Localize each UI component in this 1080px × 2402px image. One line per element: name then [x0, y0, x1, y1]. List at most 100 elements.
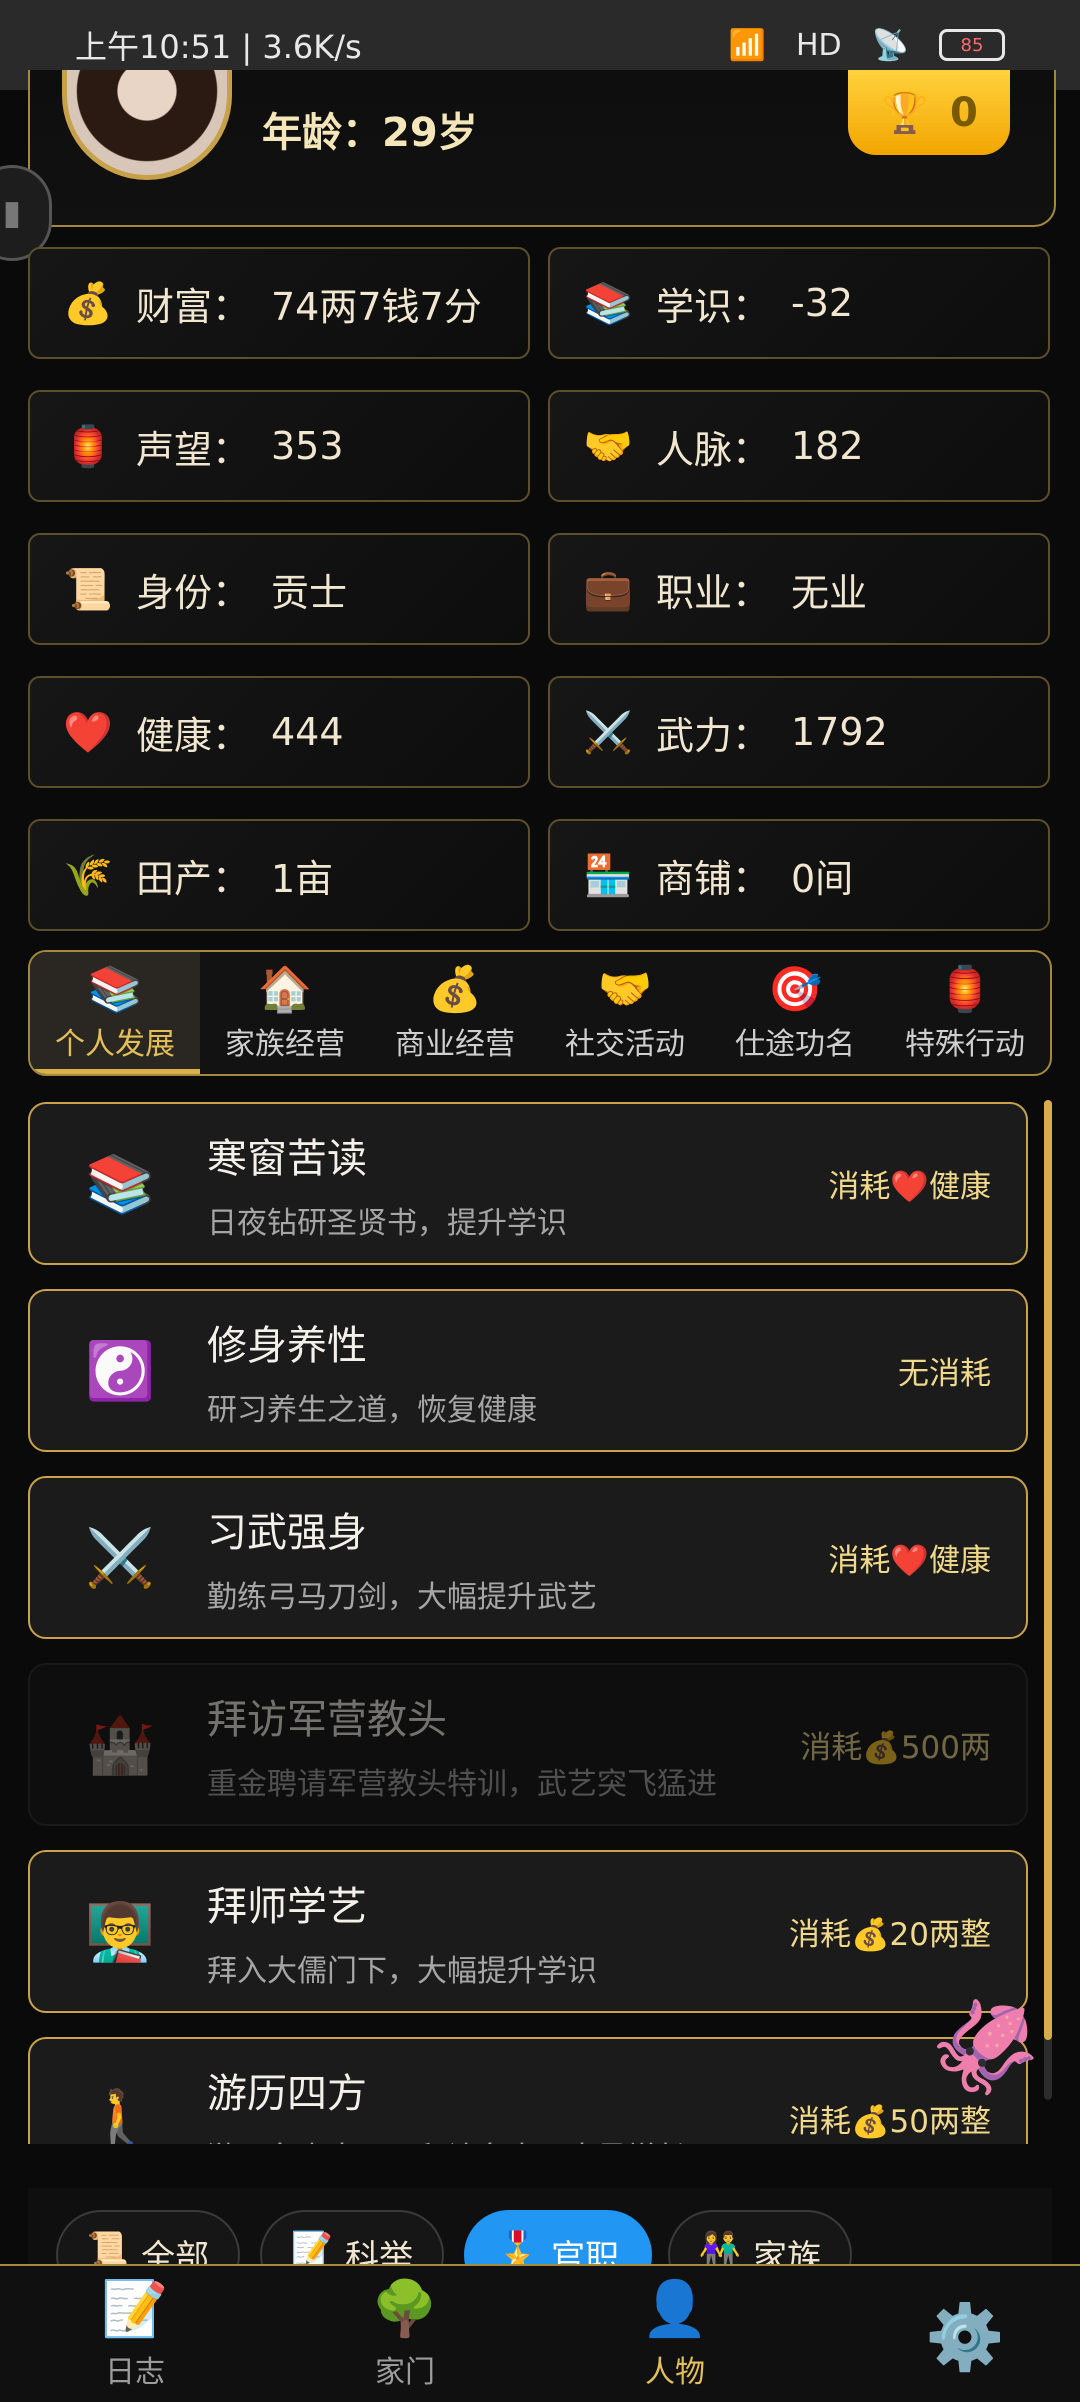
action-card[interactable]: 🚶游历四方游历名山大川，拜访名人，大量增长消耗💰50两整 [28, 2037, 1028, 2144]
stat-label: 身份： [136, 570, 251, 615]
stat-icon: 📜 [63, 566, 113, 613]
nav-label: 家门 [375, 2355, 435, 2390]
stat-icon: ⚔️ [583, 709, 633, 756]
scrollbar-thumb[interactable] [1044, 1100, 1052, 2040]
stat-label: 田产： [136, 856, 251, 901]
filter-icon: 👫 [698, 2230, 742, 2266]
stat-card: ❤️ 健康： 444 [28, 676, 530, 788]
filter-icon: 📜 [86, 2230, 130, 2266]
filter-chip[interactable]: 👫 家族 [668, 2210, 852, 2266]
mascot-float-button[interactable]: 🦑 [925, 1995, 1045, 2115]
stat-value: 182 [791, 424, 864, 468]
tab-4[interactable]: 🎯 仕途功名 [710, 952, 880, 1074]
status-time: 上午10:51 | 3.6K/s [75, 28, 362, 66]
filter-chips: 📜 全部 📝 科举 🎖️ 官职 👫 家族 [28, 2188, 1052, 2266]
tab-icon: 🏮 [937, 964, 993, 1015]
nav-icon: 🌳 [371, 2277, 439, 2340]
stat-icon: 💰 [63, 280, 113, 327]
nav-0[interactable]: 📝 日志 [0, 2266, 270, 2402]
trophy-badge[interactable]: 🏆 0 [848, 70, 1010, 155]
stat-card: 📜 身份： 贡士 [28, 533, 530, 645]
action-title: 拜师学艺 [207, 1883, 367, 1930]
stat-label: 声望： [136, 427, 251, 472]
action-texts: 习武强身 勤练弓马刀剑，大幅提升武艺 [207, 1500, 828, 1616]
action-card[interactable]: 📚 寒窗苦读 日夜钻研圣贤书，提升学识 消耗❤️健康 [28, 1102, 1028, 1265]
stat-label: 学识： [656, 284, 771, 329]
stat-card: 💼 职业： 无业 [548, 533, 1050, 645]
action-card[interactable]: 👨‍🏫 拜师学艺 拜入大儒门下，大幅提升学识 消耗💰20两整 [28, 1850, 1028, 2013]
action-texts: 游历四方游历名山大川，拜访名人，大量增长 [207, 2061, 789, 2145]
action-desc: 重金聘请军营教头特训，武艺突飞猛进 [207, 1766, 717, 1802]
action-icon: 📚 [85, 1151, 155, 1217]
action-texts: 拜师学艺拜入大儒门下，大幅提升学识 [207, 1874, 789, 1990]
action-desc: 日夜钻研圣贤书，提升学识 [207, 1205, 567, 1241]
nav-1[interactable]: 🌳 家门 [270, 2266, 540, 2402]
filter-label: 全部 [141, 2238, 210, 2266]
action-desc: 勤练弓马刀剑，大幅提升武艺 [207, 1579, 597, 1615]
stat-label: 财富： [136, 284, 251, 329]
trophy-value: 0 [949, 89, 978, 136]
action-card: 🏰 拜访军营教头 重金聘请军营教头特训，武艺突飞猛进 消耗💰500两 [28, 1663, 1028, 1826]
tab-icon: 📚 [87, 964, 143, 1015]
stat-value: -32 [791, 281, 854, 325]
category-tabs: 📚 个人发展 🏠 家族经营 💰 商业经营 🤝 社交活动 🎯 仕途功名 🏮 特殊行动 [28, 950, 1052, 1076]
tab-0[interactable]: 📚 个人发展 [30, 952, 200, 1074]
stat-icon: 📚 [583, 280, 633, 327]
action-icon: 🚶 [85, 2086, 155, 2145]
stat-card: 🤝 人脉： 182 [548, 390, 1050, 502]
tab-icon: 🤝 [597, 964, 653, 1015]
tab-2[interactable]: 💰 商业经营 [370, 952, 540, 1074]
stat-label: 职业： [656, 570, 771, 615]
tab-icon: 🏠 [257, 964, 313, 1015]
filter-icon: 🎖️ [496, 2230, 540, 2266]
stat-label: 商铺： [656, 856, 771, 901]
nav-icon: 📝 [101, 2277, 169, 2340]
filter-label: 科举 [345, 2238, 414, 2266]
action-card[interactable]: ☯️ 修身养性 研习养生之道，恢复健康 无消耗 [28, 1289, 1028, 1452]
action-cost: 消耗💰20两整 [788, 1917, 991, 1953]
filter-chip[interactable]: 🎖️ 官职 [464, 2210, 652, 2266]
filter-icon: 📝 [290, 2230, 334, 2266]
filter-chip[interactable]: 📝 科举 [260, 2210, 444, 2266]
tab-label: 个人发展 [55, 1027, 175, 1062]
tab-label: 特殊行动 [905, 1027, 1025, 1062]
action-texts: 寒窗苦读 日夜钻研圣贤书，提升学识 [207, 1126, 828, 1242]
stat-icon: ❤️ [63, 709, 113, 756]
stat-card: 📚 学识： -32 [548, 247, 1050, 359]
action-icon: ☯️ [85, 1338, 155, 1404]
stat-value: 444 [271, 710, 344, 754]
action-cost: 消耗❤️健康 [828, 1543, 991, 1579]
stat-value: 0间 [791, 856, 854, 901]
action-cost: 消耗❤️健康 [828, 1169, 991, 1205]
filter-label: 家族 [753, 2238, 822, 2266]
stat-card: 🏪 商铺： 0间 [548, 819, 1050, 931]
signal-icon: 📶 [728, 27, 766, 63]
action-cost: 无消耗 [898, 1356, 991, 1392]
stat-icon: 🌾 [63, 852, 113, 899]
action-texts: 修身养性 研习养生之道，恢复健康 [207, 1313, 898, 1429]
stat-icon: 🏪 [583, 852, 633, 899]
nav-icon: 👤 [641, 2277, 709, 2340]
action-cost: 消耗💰500两 [800, 1730, 991, 1766]
stat-value: 1亩 [271, 856, 334, 901]
battery-icon: 85 [939, 29, 1005, 61]
filter-chip[interactable]: 📜 全部 [56, 2210, 240, 2266]
action-icon: ⚔️ [85, 1525, 155, 1591]
action-list: 📚 寒窗苦读 日夜钻研圣贤书，提升学识 消耗❤️健康 ☯️ 修身养性 研习养生之道，恢复健康… [0, 1090, 1080, 2144]
nav-2[interactable]: 👤 人物 [540, 2266, 810, 2402]
stat-value: 353 [271, 424, 344, 468]
wifi-icon: 📡 [871, 27, 909, 63]
action-card[interactable]: ⚔️ 习武强身 勤练弓马刀剑，大幅提升武艺 消耗❤️健康 [28, 1476, 1028, 1639]
battery-level: 85 [960, 34, 984, 56]
stat-label: 武力： [656, 713, 771, 758]
network-type: HD [795, 27, 842, 63]
action-title: 拜访军营教头 [207, 1696, 447, 1743]
tab-3[interactable]: 🤝 社交活动 [540, 952, 710, 1074]
action-desc: 拜入大儒门下，大幅提升学识 [207, 1953, 597, 1989]
stat-label: 健康： [136, 713, 251, 758]
filter-label: 官职 [551, 2238, 620, 2266]
settings-gear-icon[interactable]: ⚙️ [925, 2300, 1005, 2375]
bottom-nav: 📝 日志 🌳 家门 👤 人物 [0, 2264, 1080, 2402]
tab-5[interactable]: 🏮 特殊行动 [880, 952, 1050, 1074]
tab-1[interactable]: 🏠 家族经营 [200, 952, 370, 1074]
